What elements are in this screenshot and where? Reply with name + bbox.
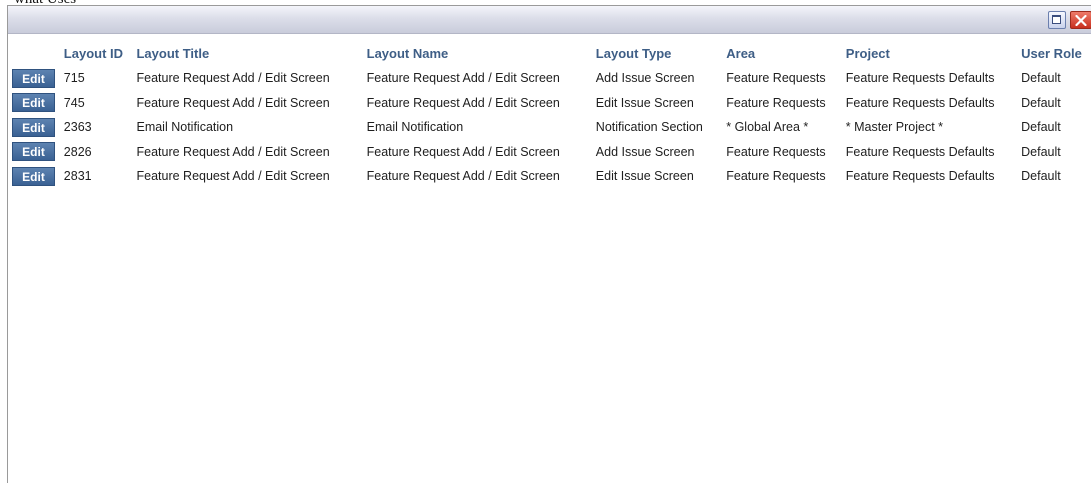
cell-user-role: Default (1021, 95, 1061, 110)
maximize-icon (1052, 15, 1061, 24)
header-project[interactable]: Project (846, 46, 1021, 66)
cell-layout-type: Notification Section (595, 120, 703, 135)
cell-layout-id: 2363 (63, 120, 92, 135)
cell-project: Feature Requests Defaults (845, 169, 995, 184)
edit-button[interactable]: Edit (12, 93, 55, 113)
cell-layout-title: Feature Request Add / Edit Screen (136, 169, 330, 184)
cell-layout-name: Feature Request Add / Edit Screen (366, 144, 560, 159)
edit-button[interactable]: Edit (12, 142, 55, 162)
cell-user-role: Default (1021, 169, 1061, 184)
header-layout-type[interactable]: Layout Type (596, 46, 726, 66)
cell-layout-title: Feature Request Add / Edit Screen (136, 71, 330, 86)
cell-layout-type: Add Issue Screen (595, 144, 695, 159)
cell-layout-name: Feature Request Add / Edit Screen (366, 95, 560, 110)
cell-area: Feature Requests (726, 71, 826, 86)
header-layout-title[interactable]: Layout Title (136, 46, 366, 66)
cell-project: Feature Requests Defaults (845, 144, 995, 159)
cell-layout-id: 2826 (63, 144, 92, 159)
cell-project: * Master Project * (845, 120, 944, 135)
cell-project: Feature Requests Defaults (845, 71, 995, 86)
cell-layout-title: Feature Request Add / Edit Screen (136, 95, 330, 110)
close-button[interactable] (1070, 11, 1091, 29)
header-layout-name[interactable]: Layout Name (367, 46, 596, 66)
window-titlebar (8, 6, 1091, 34)
edit-button[interactable]: Edit (12, 68, 55, 88)
layouts-table: Layout ID Layout Title Layout Name Layou… (12, 46, 1091, 189)
cell-layout-name: Feature Request Add / Edit Screen (366, 71, 560, 86)
close-icon (1075, 15, 1087, 26)
header-layout-id[interactable]: Layout ID (64, 46, 137, 66)
edit-button[interactable]: Edit (12, 117, 55, 137)
cell-layout-type: Add Issue Screen (595, 71, 695, 86)
table-header-row: Layout ID Layout Title Layout Name Layou… (12, 46, 1091, 66)
cell-layout-name: Email Notification (366, 120, 464, 135)
header-edit (12, 46, 64, 66)
cell-layout-name: Feature Request Add / Edit Screen (366, 169, 560, 184)
cell-layout-type: Edit Issue Screen (595, 95, 694, 110)
cell-user-role: Default (1021, 120, 1061, 135)
cell-layout-type: Edit Issue Screen (595, 169, 694, 184)
cell-area: Feature Requests (726, 144, 826, 159)
cell-layout-title: Feature Request Add / Edit Screen (136, 144, 330, 159)
cell-project: Feature Requests Defaults (845, 95, 995, 110)
cell-user-role: Default (1021, 144, 1061, 159)
header-area[interactable]: Area (726, 46, 846, 66)
cell-layout-id: 2831 (63, 169, 92, 184)
cell-area: Feature Requests (726, 169, 826, 184)
table-row: Edit 745 Feature Request Add / Edit Scre… (12, 91, 1091, 116)
cell-area: * Global Area * (726, 120, 809, 135)
cell-area: Feature Requests (726, 95, 826, 110)
cell-user-role: Default (1021, 71, 1061, 86)
edit-button[interactable]: Edit (12, 166, 55, 186)
header-user-role[interactable]: User Role (1021, 46, 1091, 66)
table-row: Edit 715 Feature Request Add / Edit Scre… (12, 66, 1091, 91)
table-row: Edit 2831 Feature Request Add / Edit Scr… (12, 164, 1091, 189)
layouts-window: Layout ID Layout Title Layout Name Layou… (7, 5, 1091, 483)
table-row: Edit 2363 Email Notification Email Notif… (12, 115, 1091, 140)
table-row: Edit 2826 Feature Request Add / Edit Scr… (12, 140, 1091, 165)
cell-layout-title: Email Notification (136, 120, 234, 135)
cell-layout-id: 745 (63, 95, 85, 110)
maximize-button[interactable] (1048, 11, 1066, 29)
cell-layout-id: 715 (63, 71, 85, 86)
